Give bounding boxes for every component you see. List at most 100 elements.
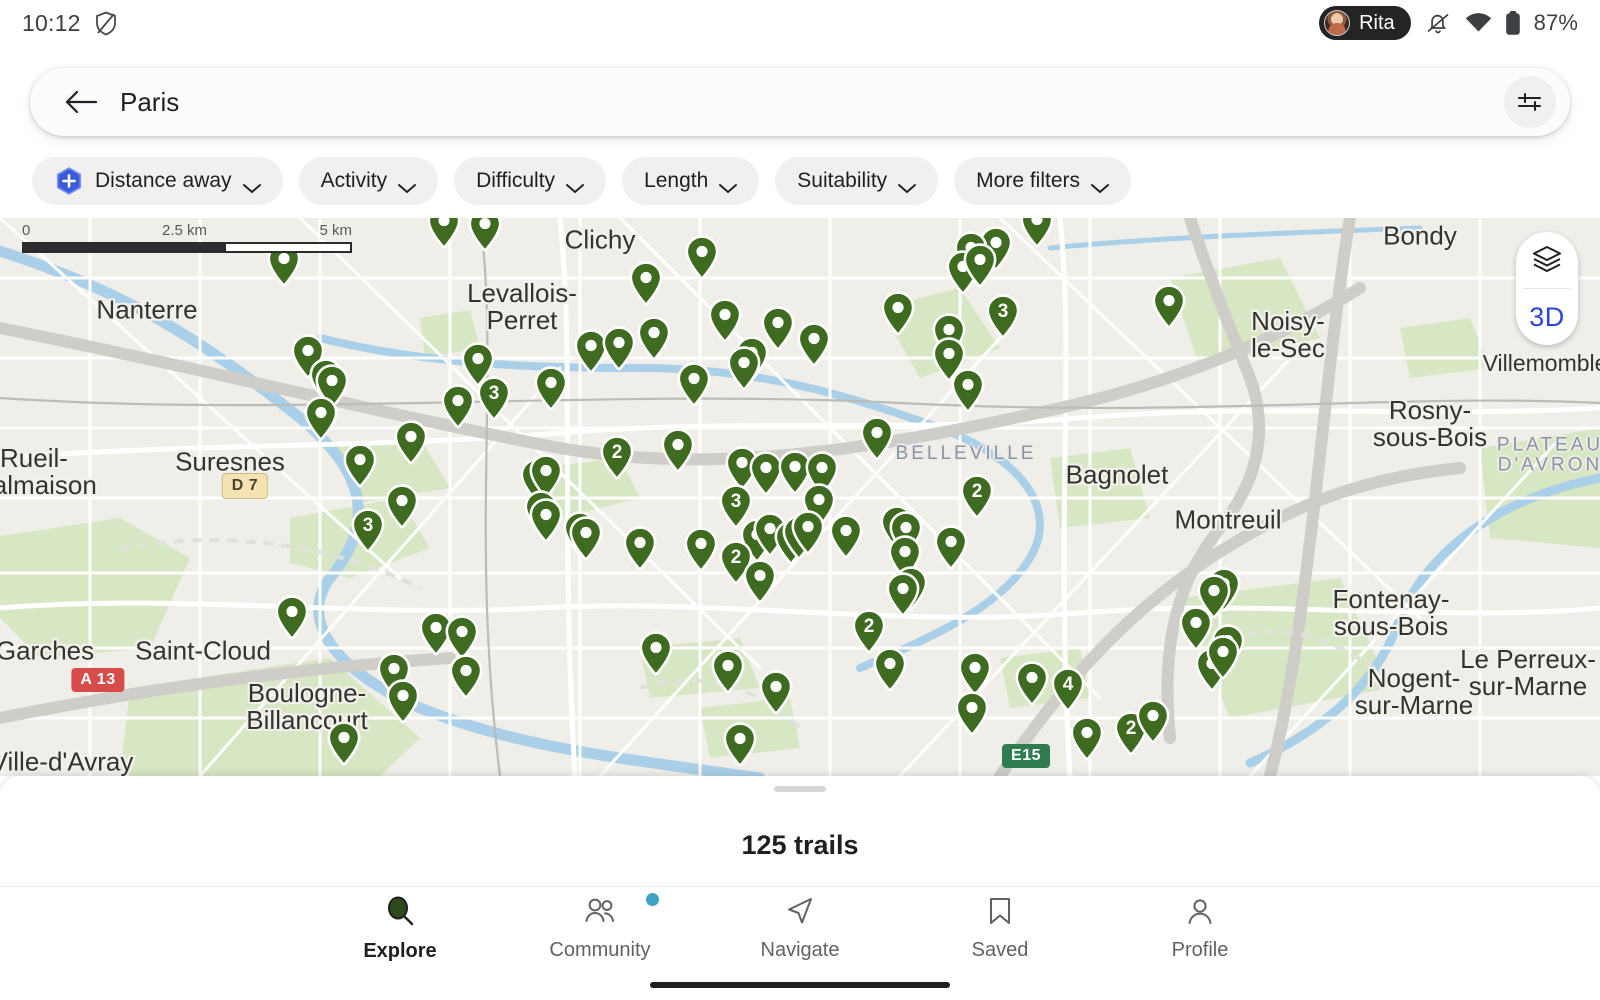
- nav-item-navigate[interactable]: Navigate: [740, 896, 860, 962]
- sheet-grabber[interactable]: [774, 786, 826, 792]
- avatar: [1324, 10, 1350, 36]
- map-pin[interactable]: [1014, 661, 1050, 707]
- nav-item-explore[interactable]: Explore: [340, 895, 460, 963]
- map-pin[interactable]: [880, 291, 916, 337]
- map-pin[interactable]: [828, 514, 864, 560]
- user-pill[interactable]: Rita: [1319, 6, 1411, 40]
- map-pin[interactable]: [393, 420, 429, 466]
- filter-chip-row: Distance away Activity Difficulty Length: [0, 150, 1600, 212]
- map-pin[interactable]: [758, 670, 794, 716]
- filter-chip-length[interactable]: Length: [622, 157, 759, 205]
- scale-end: 5 km: [319, 222, 352, 239]
- map-pin-cluster[interactable]: 2: [599, 435, 635, 481]
- map-label: Bondy: [1383, 222, 1457, 249]
- nav-item-profile[interactable]: Profile: [1140, 896, 1260, 962]
- filter-chip-label: Suitability: [797, 169, 887, 193]
- map-pin[interactable]: [676, 362, 712, 408]
- map-label: Clichy: [565, 226, 636, 253]
- map-pin[interactable]: [859, 416, 895, 462]
- map-label: BELLEVILLE: [896, 444, 1037, 464]
- nav-label: Saved: [972, 939, 1029, 962]
- map-pin[interactable]: [628, 261, 664, 307]
- map-pin[interactable]: [742, 559, 778, 605]
- map-pin[interactable]: [636, 316, 672, 362]
- road-shield: D 7: [222, 473, 268, 499]
- map-pin[interactable]: [950, 368, 986, 414]
- status-bar-left: 10:12: [22, 10, 117, 37]
- map-pin[interactable]: [683, 527, 719, 573]
- chevron-down-icon: [398, 176, 416, 187]
- map-pin[interactable]: [622, 526, 658, 572]
- map-pin[interactable]: [440, 384, 476, 430]
- nav-item-community[interactable]: Community: [540, 896, 660, 962]
- map-scale-bar: 0 2.5 km 5 km: [22, 222, 352, 253]
- map-pin-cluster[interactable]: 3: [476, 376, 512, 422]
- map-pin[interactable]: [528, 498, 564, 544]
- chevron-down-icon: [719, 176, 737, 187]
- map-pin[interactable]: [1151, 284, 1187, 330]
- map-pin[interactable]: [1135, 699, 1171, 745]
- map-pin[interactable]: [601, 326, 637, 372]
- bell-muted-icon: [1425, 11, 1451, 35]
- map-pin[interactable]: [568, 516, 604, 562]
- map-pin[interactable]: [1019, 218, 1055, 249]
- map-label: Bagnolet: [1066, 461, 1169, 488]
- map-pin[interactable]: [1205, 635, 1241, 681]
- map-pin[interactable]: [274, 595, 310, 641]
- wifi-icon: [1465, 13, 1492, 33]
- map-pin-cluster[interactable]: 3: [985, 294, 1021, 340]
- filter-chip-label: Difficulty: [476, 169, 555, 193]
- map-pin[interactable]: [660, 428, 696, 474]
- map-pin[interactable]: [726, 346, 762, 392]
- filter-chip-difficulty[interactable]: Difficulty: [454, 157, 606, 205]
- filter-chip-distance-away[interactable]: Distance away: [32, 157, 283, 205]
- map-pin[interactable]: [467, 218, 503, 253]
- filter-chip-more-filters[interactable]: More filters: [954, 157, 1131, 205]
- map-pin[interactable]: [385, 679, 421, 725]
- chevron-down-icon: [898, 176, 916, 187]
- map-pin[interactable]: [638, 631, 674, 677]
- map-label: Ville-d'Avray: [0, 748, 133, 775]
- search-bar[interactable]: Paris: [30, 68, 1570, 136]
- arrow-left-icon[interactable]: [64, 85, 98, 119]
- map-pin[interactable]: [962, 243, 998, 289]
- map-pin[interactable]: [342, 443, 378, 489]
- map-pin[interactable]: [384, 484, 420, 530]
- map-pin[interactable]: [426, 218, 462, 250]
- results-count: 125 trails: [0, 830, 1600, 861]
- map-pin-cluster[interactable]: 2: [959, 474, 995, 520]
- map-pin-cluster[interactable]: 3: [350, 508, 386, 554]
- hex-plus-icon: [54, 166, 84, 196]
- map-label: Suresnes: [175, 448, 285, 475]
- search-input[interactable]: Paris: [120, 87, 1504, 118]
- status-bar: 10:12 Rita: [0, 0, 1600, 46]
- map-label: Le Perreux- sur-Marne: [1460, 646, 1596, 700]
- map-pin[interactable]: [1069, 716, 1105, 762]
- map-pin[interactable]: [722, 722, 758, 768]
- map-pin[interactable]: [790, 510, 826, 556]
- filter-chip-activity[interactable]: Activity: [299, 157, 439, 205]
- map-pin-cluster[interactable]: 4: [1050, 667, 1086, 713]
- map-pin[interactable]: [710, 649, 746, 695]
- map-pin[interactable]: [933, 525, 969, 571]
- layers-button[interactable]: [1516, 232, 1578, 288]
- chevron-down-icon: [243, 176, 261, 187]
- map-pin[interactable]: [533, 366, 569, 412]
- nav-item-saved[interactable]: Saved: [940, 896, 1060, 962]
- map-pin[interactable]: [885, 572, 921, 618]
- tune-icon[interactable]: [1504, 76, 1556, 128]
- map-pin[interactable]: [326, 721, 362, 767]
- map-label: Nogent- sur-Marne: [1355, 665, 1473, 719]
- nav-label: Community: [549, 939, 650, 962]
- map-pin[interactable]: [872, 647, 908, 693]
- filter-chip-suitability[interactable]: Suitability: [775, 157, 938, 205]
- map-canvas[interactable]: Clichy Bondy Levallois- Perret Nanterre …: [0, 218, 1600, 776]
- map-pin[interactable]: [303, 396, 339, 442]
- three-d-label: 3D: [1529, 302, 1565, 333]
- scale-start: 0: [22, 222, 30, 239]
- notification-dot: [646, 893, 659, 906]
- map-pin[interactable]: [954, 691, 990, 737]
- map-pin[interactable]: [448, 654, 484, 700]
- map-pin[interactable]: [684, 235, 720, 281]
- map-pin[interactable]: [796, 322, 832, 368]
